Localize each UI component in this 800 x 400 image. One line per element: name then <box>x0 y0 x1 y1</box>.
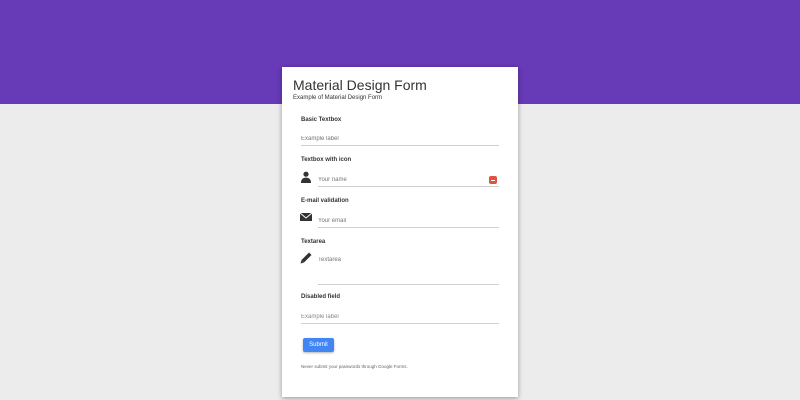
disabled-field-label: Disabled field <box>301 294 341 300</box>
form-subtitle: Example of Material Design Form <box>293 95 383 101</box>
form-card: Material Design Form Example of Material… <box>282 67 518 397</box>
basic-textbox-label: Basic Textbox <box>301 117 342 123</box>
form-title: Material Design Form <box>293 77 427 93</box>
icon-textbox-label: Textbox with icon <box>301 157 352 163</box>
basic-textbox-input[interactable] <box>301 132 499 146</box>
disabled-input <box>301 310 499 324</box>
email-input[interactable] <box>318 214 499 228</box>
name-input[interactable] <box>318 173 499 187</box>
textarea-input[interactable] <box>318 257 499 285</box>
textarea-label: Textarea <box>301 239 326 245</box>
envelope-icon <box>300 212 312 221</box>
user-icon <box>301 171 311 183</box>
clear-input-button[interactable] <box>489 176 497 184</box>
pencil-icon <box>300 252 312 264</box>
email-label: E-mail validation <box>301 198 349 204</box>
submit-button[interactable]: Submit <box>303 338 334 352</box>
footer-note: Never submit your passwords through Goog… <box>301 364 408 369</box>
